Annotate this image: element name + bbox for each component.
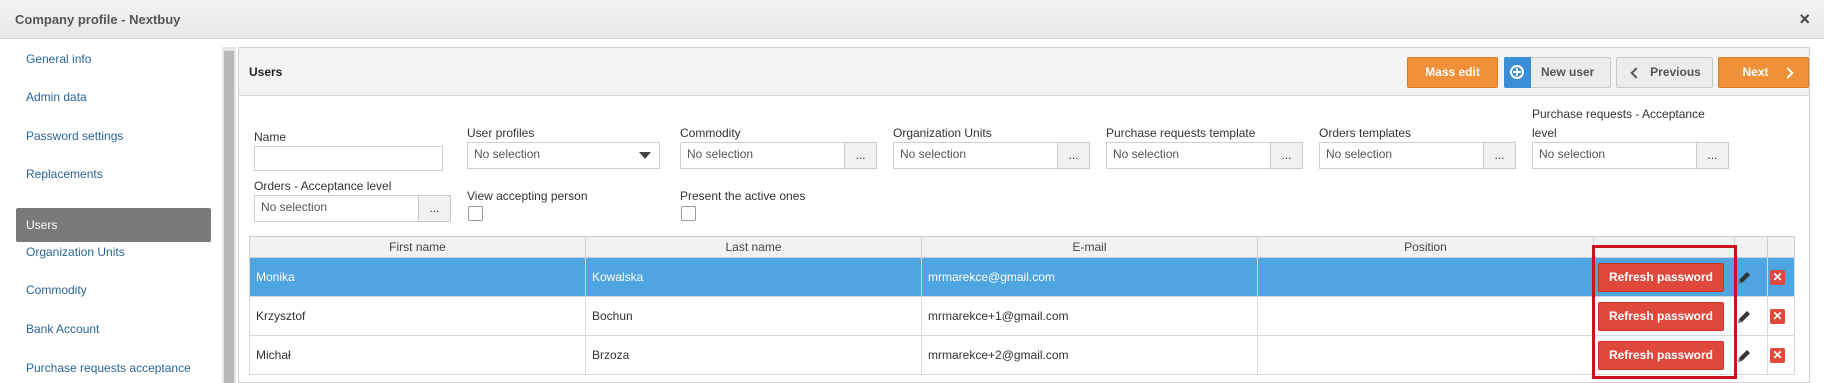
users-panel: Users Mass edit New user Previous Next N… (238, 47, 1810, 383)
commodity-input[interactable]: No selection (680, 142, 845, 169)
name-filter-label: Name (254, 130, 287, 144)
first-name-cell: Monika (250, 258, 586, 296)
previous-label: Previous (1650, 65, 1701, 79)
present-active-label: Present the active ones (680, 189, 806, 203)
name-filter-input[interactable] (254, 146, 443, 171)
user-profiles-select[interactable]: No selection (467, 142, 660, 169)
panel-header: Users Mass edit New user Previous Next (239, 48, 1809, 96)
commodity-picker-button[interactable]: ... (844, 142, 877, 169)
window-titlebar: Company profile - Nextbuy × (0, 0, 1824, 39)
last-name-cell: Kowalska (586, 258, 922, 296)
first-name-cell: Krzysztof (250, 297, 586, 335)
next-button[interactable]: Next (1718, 57, 1809, 88)
organization-units-label: Organization Units (893, 126, 992, 140)
previous-button[interactable]: Previous (1616, 57, 1713, 88)
pr-template-input[interactable]: No selection (1106, 142, 1271, 169)
delete-icon[interactable]: ✕ (1770, 348, 1785, 363)
chevron-right-icon (1782, 67, 1794, 79)
column-position[interactable]: Position (1258, 237, 1594, 257)
orders-templates-input[interactable]: No selection (1319, 142, 1484, 169)
pr-acceptance-input[interactable]: No selection (1532, 142, 1697, 169)
column-edit (1735, 237, 1768, 257)
view-accepting-checkbox[interactable] (468, 206, 483, 221)
email-cell: mrmarekce+2@gmail.com (922, 336, 1258, 374)
sidebar-item-commodity[interactable]: Commodity (16, 273, 211, 307)
refresh-password-button[interactable]: Refresh password (1598, 341, 1724, 370)
chevron-down-icon[interactable] (639, 152, 651, 159)
sidebar-item-password-settings[interactable]: Password settings (16, 119, 211, 153)
position-cell (1258, 258, 1594, 296)
refresh-password-button[interactable]: Refresh password (1598, 302, 1724, 331)
sidebar-item-purchase-requests-acceptance[interactable]: Purchase requests acceptance (16, 351, 211, 383)
pencil-icon[interactable] (1735, 347, 1753, 365)
pr-acceptance-label-line2: level (1532, 126, 1557, 140)
pr-acceptance-label: Purchase requests - Acceptance (1532, 107, 1705, 121)
orders-acceptance-label: Orders - Acceptance level (254, 179, 392, 193)
organization-units-picker-button[interactable]: ... (1057, 142, 1090, 169)
column-first-name[interactable]: First name (250, 237, 586, 257)
sidebar-item-bank-account[interactable]: Bank Account (16, 312, 211, 346)
last-name-cell: Bochun (586, 297, 922, 335)
orders-acceptance-input[interactable]: No selection (254, 195, 419, 222)
new-user-label: New user (1541, 65, 1595, 79)
table-row[interactable]: Krzysztof Bochun mrmarekce+1@gmail.com R… (249, 297, 1795, 336)
email-cell: mrmarekce@gmail.com (922, 258, 1258, 296)
table-row[interactable]: Michał Brzoza mrmarekce+2@gmail.com Refr… (249, 336, 1795, 375)
orders-templates-label: Orders templates (1319, 126, 1412, 140)
sidebar-scrollbar[interactable] (222, 47, 236, 383)
user-profiles-label: User profiles (467, 126, 535, 140)
view-accepting-label: View accepting person (467, 189, 588, 203)
column-actions (1594, 237, 1735, 257)
pencil-icon[interactable] (1735, 308, 1753, 326)
sidebar-item-organization-units[interactable]: Organization Units (16, 235, 211, 269)
first-name-cell: Michał (250, 336, 586, 374)
add-circle-icon (1504, 57, 1531, 88)
table-header: First name Last name E-mail Position (249, 236, 1795, 258)
organization-units-input[interactable]: No selection (893, 142, 1058, 169)
window-title: Company profile - Nextbuy (15, 12, 181, 27)
sidebar-item-general-info[interactable]: General info (16, 42, 211, 76)
orders-templates-picker-button[interactable]: ... (1483, 142, 1516, 169)
sidebar-item-admin-data[interactable]: Admin data (16, 80, 211, 114)
pr-template-picker-button[interactable]: ... (1270, 142, 1303, 169)
pr-acceptance-picker-button[interactable]: ... (1696, 142, 1729, 169)
scrollbar-thumb[interactable] (224, 51, 234, 383)
sidebar-item-replacements[interactable]: Replacements (16, 157, 211, 191)
mass-edit-button[interactable]: Mass edit (1407, 57, 1498, 88)
email-cell: mrmarekce+1@gmail.com (922, 297, 1258, 335)
present-active-checkbox[interactable] (681, 206, 696, 221)
chevron-left-icon (1630, 67, 1642, 79)
position-cell (1258, 336, 1594, 374)
delete-icon[interactable]: ✕ (1770, 270, 1785, 285)
commodity-label: Commodity (680, 126, 741, 140)
pencil-icon[interactable] (1735, 269, 1753, 287)
last-name-cell: Brzoza (586, 336, 922, 374)
page-title: Users (249, 65, 283, 79)
new-user-button[interactable]: New user (1504, 57, 1611, 88)
pr-template-label: Purchase requests template (1106, 126, 1256, 140)
column-email[interactable]: E-mail (922, 237, 1258, 257)
delete-icon[interactable]: ✕ (1770, 309, 1785, 324)
table-row[interactable]: Monika Kowalska mrmarekce@gmail.com Refr… (249, 258, 1795, 297)
column-last-name[interactable]: Last name (586, 237, 922, 257)
refresh-password-button[interactable]: Refresh password (1598, 263, 1724, 292)
next-label: Next (1742, 65, 1769, 79)
sidebar: General info Admin data Password setting… (0, 40, 236, 383)
orders-acceptance-picker-button[interactable]: ... (418, 195, 451, 222)
close-icon[interactable]: × (1799, 9, 1810, 30)
position-cell (1258, 297, 1594, 335)
